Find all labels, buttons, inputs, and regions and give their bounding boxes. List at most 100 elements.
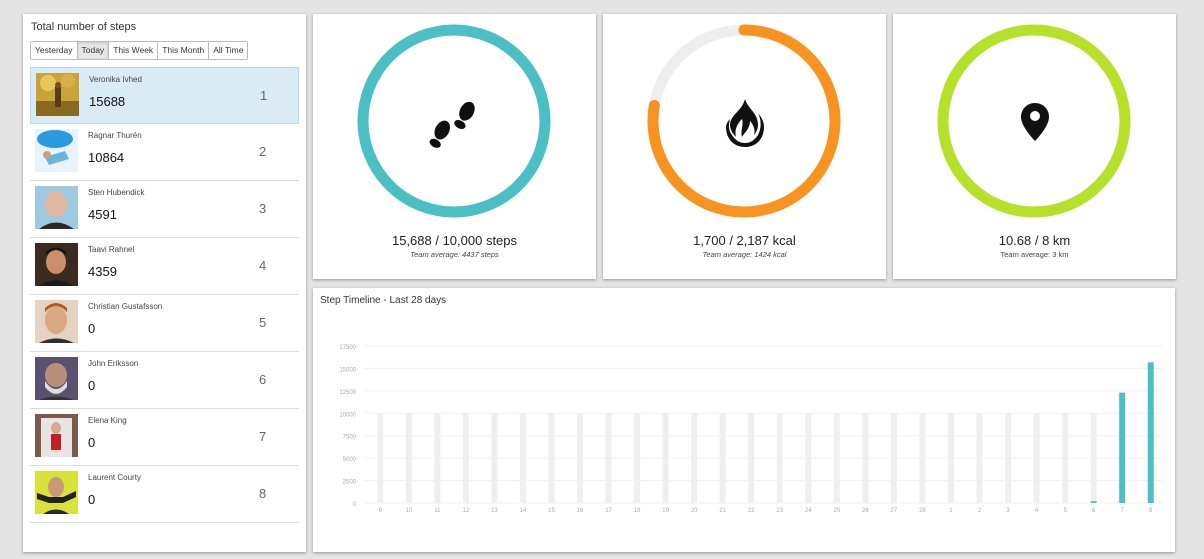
step-timeline-chart: 1750015000125001000075005000250009 10 11 12… (339, 345, 1163, 514)
goal-bar (805, 413, 812, 503)
avatar (35, 300, 78, 343)
y-tick-label: 12500 (339, 390, 356, 396)
goal-bar (691, 413, 698, 503)
goal-bar (776, 413, 783, 503)
goal-bar (862, 413, 869, 503)
distance-gauge-card: 10.68 / 8 km Team average: 3 km (893, 14, 1176, 279)
tab-this-week[interactable]: This Week (109, 42, 159, 59)
list-item[interactable]: Veronika Ivhed 15688 1 (30, 67, 299, 124)
list-item[interactable]: Ragnar Thurén 10864 2 (30, 124, 299, 181)
user-name: Veronika Ivhed (89, 75, 142, 84)
goal-bar (1005, 413, 1012, 503)
x-tick-label: 23 (776, 508, 783, 514)
x-tick-label: 13 (491, 508, 498, 514)
steps-gauge-card: 15,688 / 10,000 steps Team average: 4437… (313, 14, 596, 279)
avatar (35, 357, 78, 400)
map-pin-icon (1021, 103, 1049, 141)
user-steps: 4359 (88, 264, 117, 279)
user-name: Laurent Courty (88, 473, 141, 482)
goal-bar (748, 413, 755, 503)
list-item[interactable]: Sten Hubendick 4591 3 (30, 181, 299, 238)
user-rank: 1 (260, 88, 268, 103)
x-tick-label: 9 (379, 508, 383, 514)
x-tick-label: 7 (1121, 508, 1125, 514)
goal-bar (405, 413, 412, 503)
user-name: Elena King (88, 416, 127, 425)
kcal-value: 1,700 / 2,187 kcal (693, 233, 796, 248)
step-bar (1119, 392, 1126, 503)
list-item[interactable]: Laurent Courty 0 8 (30, 466, 299, 523)
x-tick-label: 18 (634, 508, 641, 514)
goal-bar (976, 413, 983, 503)
y-tick-label: 5000 (343, 457, 357, 463)
avatar (35, 129, 78, 172)
goal-bar (1062, 413, 1069, 503)
user-rank: 8 (259, 486, 267, 501)
x-tick-label: 20 (691, 508, 698, 514)
list-item[interactable]: Elena King 0 7 (30, 409, 299, 466)
user-name: Sten Hubendick (88, 188, 145, 197)
y-tick-label: 10000 (339, 412, 356, 418)
y-tick-label: 2500 (343, 480, 357, 486)
x-tick-label: 3 (1006, 508, 1010, 514)
x-tick-label: 22 (748, 508, 755, 514)
footprints-icon (429, 101, 475, 148)
x-tick-label: 8 (1149, 508, 1153, 514)
x-tick-label: 28 (919, 508, 926, 514)
user-rank: 3 (259, 201, 267, 216)
x-tick-label: 17 (605, 508, 612, 514)
x-tick-label: 2 (978, 508, 982, 514)
user-rank: 7 (259, 429, 267, 444)
x-tick-label: 27 (891, 508, 898, 514)
user-name: Taavi Rahnel (88, 245, 135, 254)
avatar (35, 243, 78, 286)
avatar (36, 73, 79, 116)
goal-bar (1090, 413, 1097, 503)
x-tick-label: 16 (577, 508, 584, 514)
x-tick-label: 5 (1063, 508, 1067, 514)
user-rank: 2 (259, 144, 267, 159)
list-item[interactable]: John Eriksson 0 6 (30, 352, 299, 409)
period-tabs: Yesterday Today This Week This Month All… (30, 41, 249, 60)
user-name: John Eriksson (88, 359, 139, 368)
goal-bar (662, 413, 669, 503)
x-tick-label: 12 (463, 508, 470, 514)
flame-icon (726, 99, 764, 147)
kcal-gauge-card: 1,700 / 2,187 kcal Team average: 1424 kc… (603, 14, 886, 279)
tab-all-time[interactable]: All Time (209, 42, 248, 59)
x-tick-label: 14 (520, 508, 527, 514)
user-steps: 10864 (88, 150, 125, 165)
user-rank: 6 (259, 372, 267, 387)
goal-bar (519, 413, 526, 503)
leaderboard-panel: Total number of steps Yesterday Today Th… (23, 14, 306, 552)
steps-team-average: Team average: 4437 steps (410, 250, 499, 259)
y-tick-label: 7500 (343, 435, 357, 441)
list-item[interactable]: Taavi Rahnel 4359 4 (30, 238, 299, 295)
user-rank: 4 (259, 258, 267, 273)
goal-bar (833, 413, 840, 503)
tab-today[interactable]: Today (77, 42, 110, 59)
tab-yesterday[interactable]: Yesterday (31, 42, 78, 59)
avatar (35, 471, 78, 514)
steps-value: 15,688 / 10,000 steps (391, 233, 518, 248)
y-tick-label: 17500 (339, 345, 356, 351)
goal-bar (462, 413, 469, 503)
x-tick-label: 6 (1092, 508, 1096, 514)
x-tick-label: 11 (434, 508, 441, 514)
list-item[interactable]: Christian Gustafsson 0 5 (30, 295, 299, 352)
tab-this-month[interactable]: This Month (158, 42, 210, 59)
x-tick-label: 21 (719, 508, 726, 514)
goal-bar (1033, 413, 1040, 503)
goal-bar (719, 413, 726, 503)
user-name: Christian Gustafsson (88, 302, 163, 311)
x-tick-label: 15 (548, 508, 555, 514)
goal-bar (947, 413, 954, 503)
goal-bar (890, 413, 897, 503)
goal-bar (919, 413, 926, 503)
step-timeline-card: Step Timeline - Last 28 days 17500 15000 1… (313, 288, 1175, 552)
leaderboard-title: Total number of steps (31, 21, 137, 33)
leaderboard-list: Veronika Ivhed 15688 1 Ragnar Thurén 108… (30, 67, 299, 523)
user-steps: 0 (88, 492, 96, 507)
x-tick-label: 4 (1035, 508, 1039, 514)
x-tick-label: 19 (662, 508, 669, 514)
